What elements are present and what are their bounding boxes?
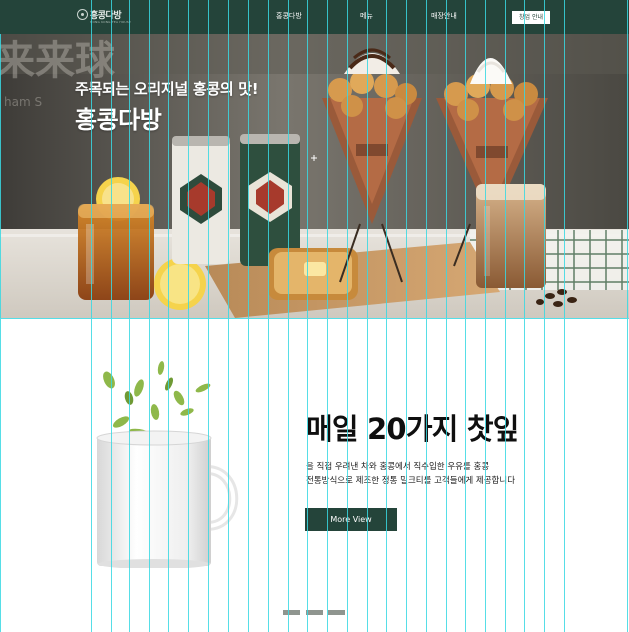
tea-feature-section: 매일 20가지 찻잎 을 직접 우려낸 차와 홍콩에서 직수입한 우유를 홍콩 … (0, 318, 629, 632)
slider-dot-1[interactable] (283, 610, 300, 615)
feature-description: 을 직접 우려낸 차와 홍콩에서 직수입한 우유를 홍콩 전통방식으로 제조한 … (306, 460, 515, 488)
nav-item-about[interactable]: 홍콩다방 (276, 11, 302, 21)
feature-description-line-2: 전통방식으로 제조한 정통 밀크티를 고객들에게 제공합니다 (306, 476, 516, 486)
more-view-button[interactable]: More View (305, 508, 397, 531)
feature-description-line-1: 을 직접 우려낸 차와 홍콩에서 직수입한 우유를 홍콩 (306, 462, 490, 472)
logo-emblem-icon (77, 9, 88, 20)
slider-dot-2[interactable] (306, 610, 323, 615)
svg-text:ham S: ham S (4, 95, 42, 109)
logo-tagline: HONG KONG TEA HOUSE (90, 20, 131, 24)
hero-banner: 来来球 ham S 주목되는 오리지널 홍콩의 맛! 홍콩다방 (0, 34, 629, 318)
nav-item-stores[interactable]: 매장안내 (431, 11, 457, 21)
hero-title: 홍콩다방 (75, 106, 162, 134)
franchise-button[interactable]: 창업 안내 (512, 11, 550, 24)
hero-photo: 来来球 ham S (0, 34, 629, 318)
site-header: 홍콩다방 HONG KONG TEA HOUSE 홍콩다방 메뉴 매장안내 창업… (0, 0, 629, 34)
tea-mug-image (96, 361, 239, 568)
hero-subtitle: 주목되는 오리지널 홍콩의 맛! (75, 80, 259, 98)
feature-title: 매일 20가지 찻잎 (306, 412, 519, 446)
slider-dot-3[interactable] (328, 610, 345, 615)
brand-logo[interactable]: 홍콩다방 HONG KONG TEA HOUSE (77, 6, 131, 26)
nav-item-menu[interactable]: 메뉴 (360, 11, 373, 21)
